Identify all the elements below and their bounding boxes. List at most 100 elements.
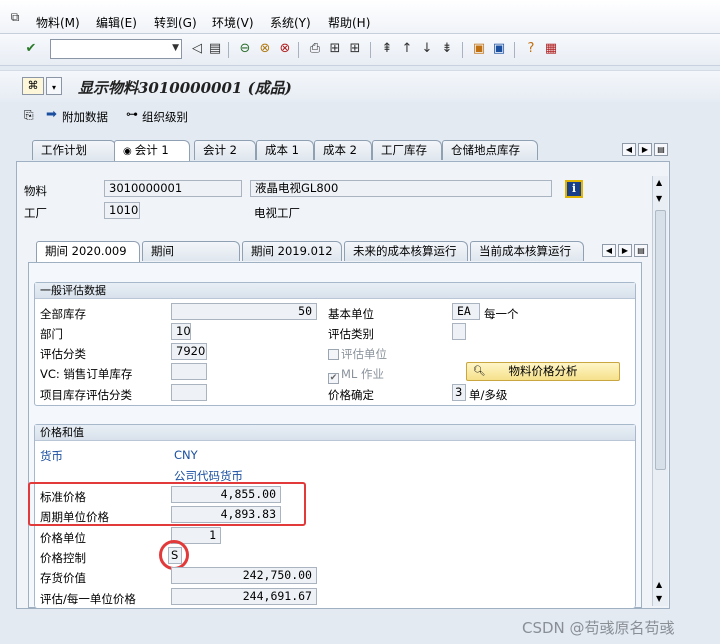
screen-selector-dropdown-icon[interactable]: ▾ bbox=[46, 77, 62, 95]
exit-icon[interactable]: ⊗ bbox=[256, 40, 274, 58]
menu-material[interactable]: 物料(M) bbox=[36, 14, 80, 31]
window-menu-icon[interactable]: ⧉ bbox=[6, 8, 24, 26]
tab-label: 成本 1 bbox=[265, 143, 299, 157]
valuated-unit-checkbox[interactable]: 评估单位 bbox=[328, 346, 387, 362]
material-price-analysis-button[interactable]: 🔍︎ 物料价格分析 bbox=[466, 362, 620, 381]
tab-plant-stock[interactable]: 工厂库存 bbox=[372, 140, 442, 160]
first-page-icon[interactable]: ⇞ bbox=[378, 40, 396, 58]
org-levels-button[interactable]: 组织级别 bbox=[142, 109, 188, 125]
tab-list-icon[interactable]: ▤ bbox=[654, 143, 668, 156]
print-icon[interactable]: ⎙ bbox=[306, 40, 324, 58]
tab-label: 成本 2 bbox=[323, 143, 357, 157]
layout-menu-icon[interactable]: ▦ bbox=[542, 40, 560, 58]
vertical-scrollbar[interactable]: ▲ ▼ ▲ ▼ bbox=[652, 176, 668, 606]
tab-costing-1[interactable]: 成本 1 bbox=[256, 140, 314, 160]
tab-accounting-1[interactable]: ◉ 会计 1 bbox=[114, 140, 190, 161]
plant-label: 工厂 bbox=[24, 206, 47, 220]
tab-scroll-left-icon[interactable]: ◀ bbox=[622, 143, 636, 156]
scroll-up-icon[interactable]: ▲ bbox=[656, 580, 662, 589]
menu-system[interactable]: 系统(Y) bbox=[270, 14, 311, 31]
scroll-up-icon[interactable]: ▲ bbox=[656, 178, 662, 187]
valuated-unit-price-field[interactable]: 244,691.67 bbox=[171, 588, 317, 605]
project-stock-valuation-class-field[interactable] bbox=[171, 384, 207, 401]
dropdown-arrow-icon[interactable]: ▼ bbox=[172, 43, 179, 53]
tab-period-2020-009[interactable]: 期间 2020.009 bbox=[36, 241, 140, 262]
project-stock-valuation-class-label: 项目库存评估分类 bbox=[40, 388, 132, 402]
help-icon[interactable]: ? bbox=[522, 40, 540, 58]
highlight-circle bbox=[159, 540, 189, 570]
tab-accounting-2[interactable]: 会计 2 bbox=[194, 140, 256, 160]
vc-sales-order-stock-label: VC: 销售订单库存 bbox=[40, 367, 133, 381]
ml-active-checkbox[interactable]: ✔ ML 作业 bbox=[328, 366, 384, 384]
menu-edit[interactable]: 编辑(E) bbox=[96, 14, 137, 31]
group-header: 一般评估数据 bbox=[35, 283, 635, 299]
price-determination-description: 单/多级 bbox=[469, 388, 508, 402]
material-description-field[interactable]: 液晶电视GL800 bbox=[250, 180, 552, 197]
back-icon[interactable]: ⊖ bbox=[236, 40, 254, 58]
scroll-down-icon[interactable]: ▼ bbox=[656, 594, 662, 603]
tab-current-costing-run[interactable]: 当前成本核算运行 bbox=[470, 241, 584, 261]
group-header: 价格和值 bbox=[35, 425, 635, 441]
new-session-icon[interactable]: ▣ bbox=[470, 40, 488, 58]
tab-costing-2[interactable]: 成本 2 bbox=[314, 140, 372, 160]
command-field[interactable]: ▼ bbox=[50, 39, 182, 59]
scrollbar-thumb[interactable] bbox=[655, 210, 666, 470]
division-label: 部门 bbox=[40, 327, 63, 341]
tab-scroll-right-icon[interactable]: ▶ bbox=[638, 143, 652, 156]
save-icon[interactable]: ▤ bbox=[206, 40, 224, 58]
vc-sales-order-stock-field[interactable] bbox=[171, 363, 207, 380]
tab-list-icon[interactable]: ▤ bbox=[634, 244, 648, 257]
valuation-category-field[interactable] bbox=[452, 323, 466, 340]
total-stock-field[interactable]: 50 bbox=[171, 303, 317, 320]
scroll-down-icon[interactable]: ▼ bbox=[656, 194, 662, 203]
tab-period-2019-012[interactable]: 期间 2019.012 bbox=[242, 241, 342, 261]
menu-bar: ⧉ 物料(M) 编辑(E) 转到(G) 环境(V) 系统(Y) 帮助(H) bbox=[0, 0, 720, 34]
next-page-icon[interactable]: ↓ bbox=[418, 40, 436, 58]
checkbox-icon[interactable] bbox=[328, 349, 339, 360]
plant-field[interactable]: 1010 bbox=[104, 202, 140, 219]
price-determination-field[interactable]: 3 bbox=[452, 384, 466, 401]
enter-check-icon[interactable]: ✔ bbox=[22, 40, 40, 58]
division-field[interactable]: 10 bbox=[171, 323, 191, 340]
main-tabstrip: 工作计划 ◉ 会计 1 会计 2 成本 1 成本 2 工厂库存 仓储地点库存 ◀ … bbox=[16, 140, 676, 162]
menu-help[interactable]: 帮助(H) bbox=[328, 14, 370, 31]
tab-label: 工厂库存 bbox=[381, 143, 427, 157]
valuated-unit-price-label: 评估/每一单位价格 bbox=[40, 592, 136, 606]
valuation-class-field[interactable]: 7920 bbox=[171, 343, 207, 360]
price-determination-label: 价格确定 bbox=[328, 388, 374, 402]
price-unit-label: 价格单位 bbox=[40, 531, 86, 545]
base-unit-description: 每一个 bbox=[484, 307, 519, 321]
menu-environment[interactable]: 环境(V) bbox=[212, 14, 254, 31]
tab-label: 会计 2 bbox=[203, 143, 237, 157]
base-unit-label: 基本单位 bbox=[328, 307, 374, 321]
info-icon[interactable]: i bbox=[565, 180, 583, 198]
last-page-icon[interactable]: ⇟ bbox=[438, 40, 456, 58]
cancel-icon[interactable]: ⊗ bbox=[276, 40, 294, 58]
base-unit-field[interactable]: EA bbox=[452, 303, 480, 320]
tab-scroll-right-icon[interactable]: ▶ bbox=[618, 244, 632, 257]
tab-scroll-left-icon[interactable]: ◀ bbox=[602, 244, 616, 257]
material-number-field[interactable]: 3010000001 bbox=[104, 180, 242, 197]
tab-label: 会计 1 bbox=[134, 143, 169, 157]
checkbox-label: 评估单位 bbox=[341, 347, 387, 361]
toolbar-separator bbox=[228, 42, 229, 58]
inventory-value-field[interactable]: 242,750.00 bbox=[171, 567, 317, 584]
standard-toolbar: ✔ ▼ ◁ ▤ ⊖ ⊗ ⊗ ⎙ ⊞ ⊞ ⇞ ↑ ↓ ⇟ ▣ ▣ ? ▦ bbox=[0, 34, 720, 66]
previous-page-icon[interactable]: ↑ bbox=[398, 40, 416, 58]
checked-checkbox-icon[interactable]: ✔ bbox=[328, 373, 339, 384]
menu-goto[interactable]: 转到(G) bbox=[154, 14, 197, 31]
additional-data-button[interactable]: 附加数据 bbox=[62, 109, 108, 125]
tab-label: 当前成本核算运行 bbox=[479, 244, 571, 258]
shortcut-icon[interactable]: ▣ bbox=[490, 40, 508, 58]
tab-work-scheduling[interactable]: 工作计划 bbox=[32, 140, 116, 160]
screen-selector-icon[interactable]: ⌘ bbox=[22, 77, 44, 95]
inventory-value-label: 存货价值 bbox=[40, 571, 86, 585]
find-icon[interactable]: ⊞ bbox=[326, 40, 344, 58]
tab-future-costing-run[interactable]: 未来的成本核算运行 bbox=[344, 241, 468, 261]
tab-storage-location-stock[interactable]: 仓储地点库存 bbox=[442, 140, 538, 160]
back-arrow-icon[interactable]: ◁ bbox=[188, 40, 206, 58]
tab-period-2020-008[interactable]: 期间 2020.008 bbox=[142, 241, 240, 277]
radio-selected-icon: ◉ bbox=[123, 146, 132, 157]
org-levels-icon: ⊶ bbox=[126, 107, 138, 121]
find-next-icon[interactable]: ⊞ bbox=[346, 40, 364, 58]
